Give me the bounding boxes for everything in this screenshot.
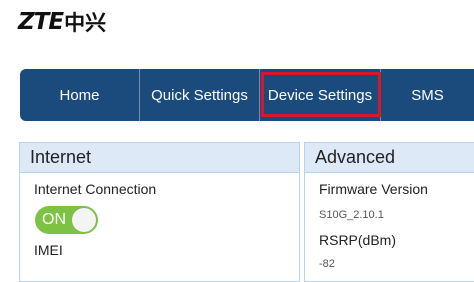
toggle-state-text: ON bbox=[42, 211, 66, 228]
internet-panel: Internet Internet Connection ON IMEI bbox=[19, 142, 300, 282]
advanced-panel-title: Advanced bbox=[305, 143, 474, 173]
toggle-knob bbox=[72, 208, 96, 232]
zte-logo: ZTE 中兴 bbox=[18, 8, 106, 36]
internet-connection-label: Internet Connection bbox=[34, 181, 157, 197]
nav-item-sms[interactable]: SMS bbox=[381, 69, 474, 121]
nav-item-label: SMS bbox=[411, 86, 444, 104]
rsrp-value: -82 bbox=[319, 258, 335, 270]
firmware-version-label: Firmware Version bbox=[319, 181, 428, 197]
firmware-version-value: S10G_2.10.1 bbox=[319, 209, 384, 221]
nav-item-label: Device Settings bbox=[267, 86, 373, 104]
logo-brand-text: ZTE bbox=[18, 9, 64, 35]
nav-item-home[interactable]: Home bbox=[20, 69, 140, 121]
imei-label: IMEI bbox=[34, 242, 63, 258]
advanced-panel: Advanced Firmware Version S10G_2.10.1 RS… bbox=[304, 142, 474, 282]
main-nav-bar: Home Quick Settings Device Settings SMS bbox=[20, 69, 474, 121]
internet-connection-toggle[interactable]: ON bbox=[35, 206, 98, 234]
nav-item-quick-settings[interactable]: Quick Settings bbox=[140, 69, 260, 121]
nav-item-device-settings[interactable]: Device Settings bbox=[260, 69, 381, 121]
nav-item-label: Home bbox=[59, 86, 100, 104]
internet-panel-title: Internet bbox=[20, 143, 299, 173]
rsrp-label: RSRP(dBm) bbox=[319, 232, 397, 248]
logo-chinese-text: 中兴 bbox=[64, 11, 107, 35]
nav-item-label: Quick Settings bbox=[151, 86, 248, 104]
